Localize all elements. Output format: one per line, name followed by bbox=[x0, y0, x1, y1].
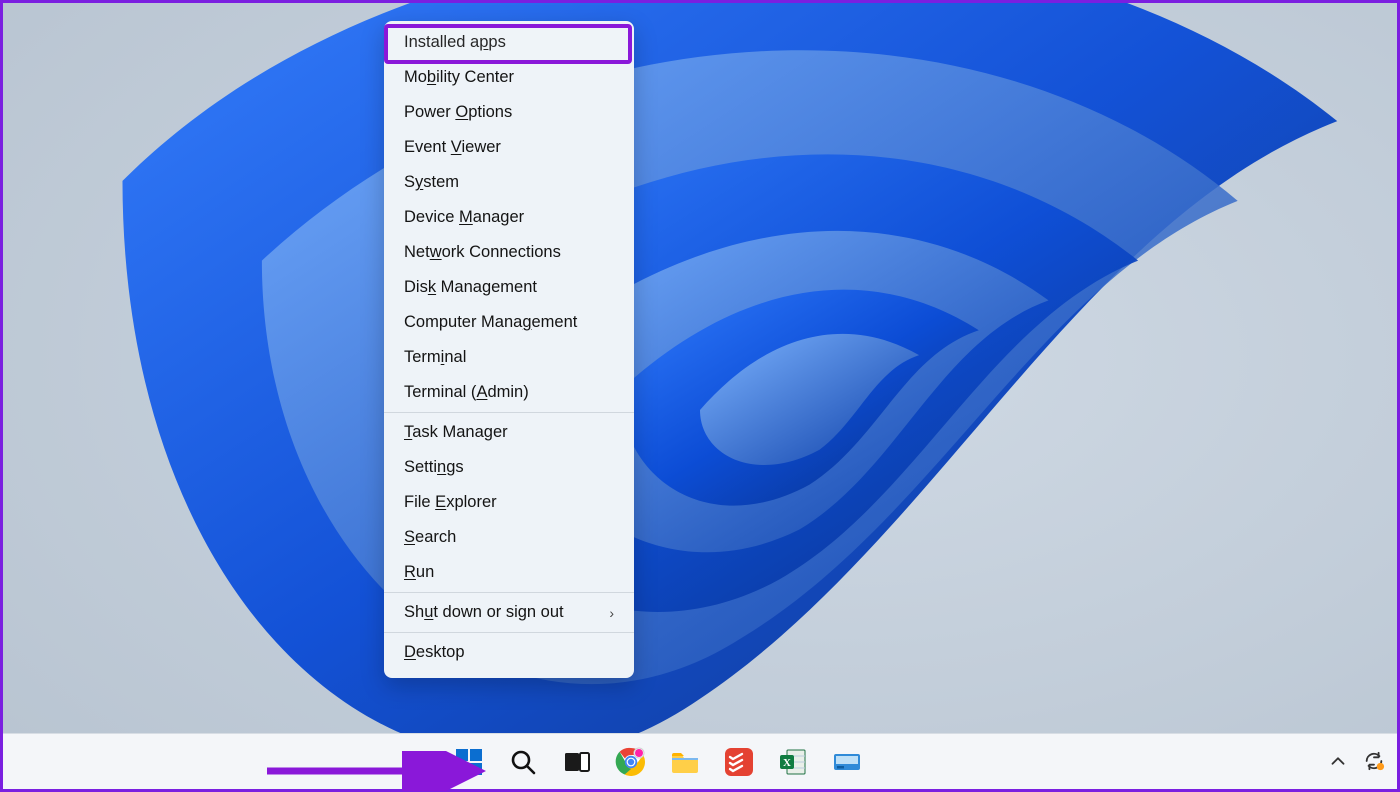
menu-network-connections[interactable]: Network Connections bbox=[384, 235, 634, 270]
menu-item-label: Shut down or sign out bbox=[404, 603, 564, 622]
menu-divider bbox=[384, 632, 634, 633]
menu-item-label: Settings bbox=[404, 458, 464, 477]
menu-item-label: Computer Management bbox=[404, 313, 577, 332]
menu-item-label: System bbox=[404, 173, 459, 192]
menu-item-label: Search bbox=[404, 528, 456, 547]
menu-item-label: Device Manager bbox=[404, 208, 524, 227]
menu-item-label: File Explorer bbox=[404, 493, 497, 512]
menu-mobility-center[interactable]: Mobility Center bbox=[384, 60, 634, 95]
start-button[interactable] bbox=[453, 746, 485, 778]
menu-item-label: Terminal (Admin) bbox=[404, 383, 529, 402]
menu-item-label: Mobility Center bbox=[404, 68, 514, 87]
menu-divider bbox=[384, 592, 634, 593]
menu-item-label: Installed apps bbox=[404, 33, 506, 52]
menu-desktop[interactable]: Desktop bbox=[384, 635, 634, 670]
start-context-menu[interactable]: Installed apps Mobility Center Power Optio… bbox=[384, 21, 634, 678]
chrome-app[interactable] bbox=[615, 746, 647, 778]
menu-disk-management[interactable]: Disk Management bbox=[384, 270, 634, 305]
task-view-button[interactable] bbox=[561, 746, 593, 778]
menu-item-label: Event Viewer bbox=[404, 138, 501, 157]
file-explorer-app[interactable] bbox=[669, 746, 701, 778]
menu-item-label: Network Connections bbox=[404, 243, 561, 262]
menu-item-label: Task Manager bbox=[404, 423, 508, 442]
menu-divider bbox=[384, 412, 634, 413]
search-button[interactable] bbox=[507, 746, 539, 778]
menu-item-label: Disk Management bbox=[404, 278, 537, 297]
menu-terminal-admin[interactable]: Terminal (Admin) bbox=[384, 375, 634, 410]
menu-installed-apps[interactable]: Installed apps bbox=[384, 25, 634, 60]
menu-device-manager[interactable]: Device Manager bbox=[384, 200, 634, 235]
excel-app[interactable]: X bbox=[777, 746, 809, 778]
overflow-tray-button[interactable] bbox=[1327, 750, 1349, 772]
chevron-right-icon: › bbox=[609, 605, 614, 621]
menu-item-label: Desktop bbox=[404, 643, 465, 662]
taskbar: X bbox=[3, 733, 1397, 789]
menu-item-label: Power Options bbox=[404, 103, 512, 122]
menu-item-label: Run bbox=[404, 563, 434, 582]
menu-event-viewer[interactable]: Event Viewer bbox=[384, 130, 634, 165]
menu-file-explorer[interactable]: File Explorer bbox=[384, 485, 634, 520]
settings-app[interactable] bbox=[831, 746, 863, 778]
onedrive-sync-button[interactable] bbox=[1363, 750, 1385, 772]
menu-item-label: Terminal bbox=[404, 348, 466, 367]
menu-terminal[interactable]: Terminal bbox=[384, 340, 634, 375]
menu-computer-management[interactable]: Computer Management bbox=[384, 305, 634, 340]
menu-system[interactable]: System bbox=[384, 165, 634, 200]
menu-task-manager[interactable]: Task Manager bbox=[384, 415, 634, 450]
menu-settings[interactable]: Settings bbox=[384, 450, 634, 485]
menu-shutdown-signout[interactable]: Shut down or sign out › bbox=[384, 595, 634, 630]
svg-text:X: X bbox=[783, 757, 791, 769]
menu-search[interactable]: Search bbox=[384, 520, 634, 555]
menu-run[interactable]: Run bbox=[384, 555, 634, 590]
todoist-app[interactable] bbox=[723, 746, 755, 778]
desktop-wallpaper bbox=[3, 3, 1397, 789]
menu-power-options[interactable]: Power Options bbox=[384, 95, 634, 130]
